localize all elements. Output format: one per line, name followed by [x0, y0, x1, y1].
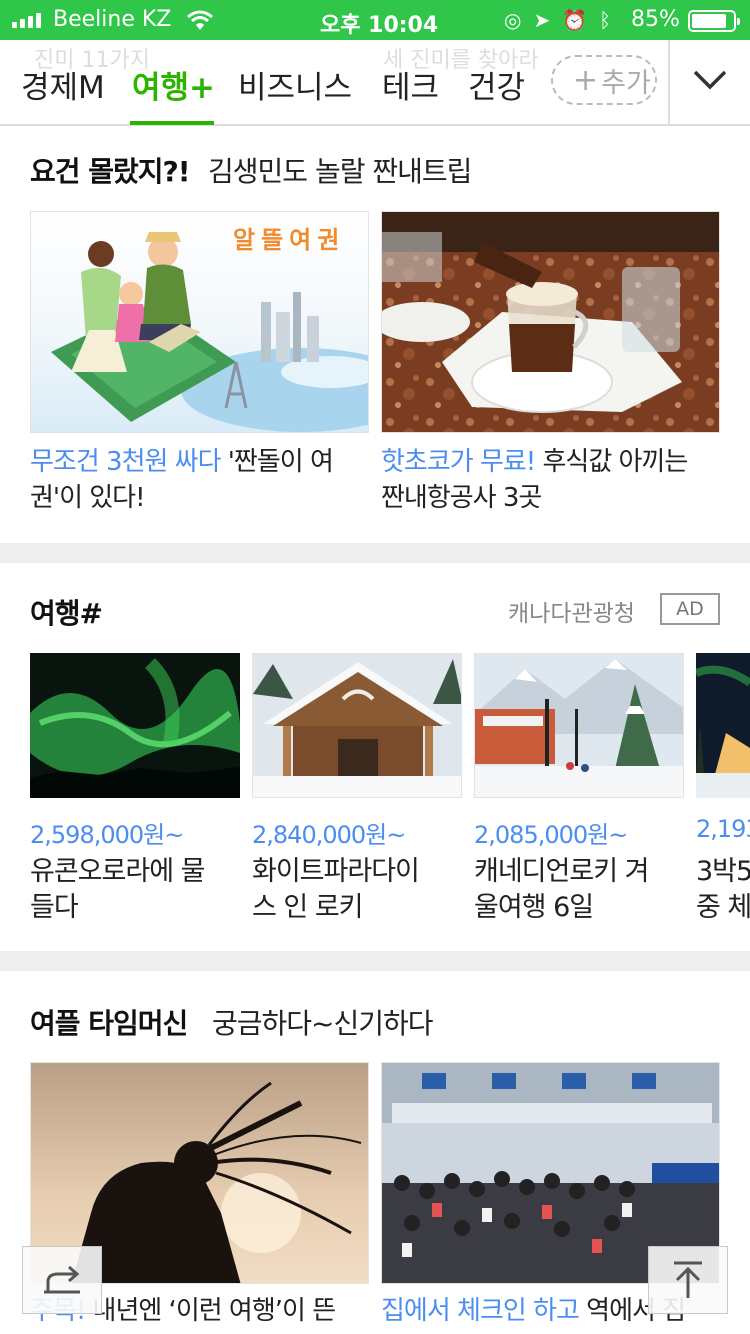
tour-price: 2,598,000원~: [30, 821, 184, 849]
section-separator: [0, 951, 750, 971]
aurora-art: [30, 653, 240, 798]
scroll-top-icon: [674, 1261, 702, 1298]
caption-text-line2: 짠내항공사 3곳: [381, 483, 542, 513]
tab-tech[interactable]: 테크: [382, 62, 439, 107]
battery-icon: [688, 10, 740, 32]
section-subtitle-time-machine: 궁금하다~신기하다: [212, 1007, 434, 1040]
snow-lodge-image[interactable]: [252, 653, 462, 798]
snow-lodge-art: [253, 654, 461, 797]
caption-text: '짠돌이 여: [220, 447, 334, 477]
scroll-top-button[interactable]: [648, 1246, 728, 1314]
passport-illustration-image[interactable]: 알뜰여권: [30, 211, 369, 433]
caption-highlight: 집에서 체크인 하고: [381, 1296, 580, 1326]
tour-name[interactable]: 캐네디언로키 겨 울여행 6일: [474, 854, 684, 926]
bluetooth-icon: ᛒ: [599, 8, 612, 32]
share-button[interactable]: [22, 1246, 102, 1314]
tour-name[interactable]: 유콘오로라에 물 들다: [30, 854, 240, 926]
share-icon: [44, 1265, 80, 1294]
mountain-town-art: [475, 654, 683, 797]
section-title-tips: 요건 몰랐지?!: [30, 155, 191, 188]
wifi-icon: [187, 10, 213, 30]
battery-percent: 85%: [631, 7, 680, 32]
section-title-time-machine: 여플 타임머신: [30, 1007, 188, 1040]
tour-name-line2: 울여행 6일: [474, 892, 594, 923]
caption-text-line2: 권'이 있다!: [30, 483, 146, 513]
aurora-image[interactable]: [30, 653, 240, 798]
tour-name-line2: 들다: [30, 892, 79, 923]
active-tab-indicator: [130, 121, 214, 125]
caption-highlight: 핫초코가 무료!: [381, 447, 536, 477]
alarm-icon: ⏰: [562, 8, 588, 32]
caption-highlight: 무조건 3천원 싸다: [30, 447, 222, 477]
tour-name-line1: 3박5: [696, 856, 750, 887]
caption-text: 후식값 아끼는: [535, 447, 688, 477]
add-tab-label: 추가: [601, 67, 651, 99]
tour-name[interactable]: 3박5 중 체: [696, 854, 750, 926]
tour-price: 2,193: [696, 815, 750, 843]
tipi-night-art: [696, 653, 750, 798]
section-subtitle-tips: 김생민도 놀랄 짠내트립: [208, 155, 472, 188]
tour-name-line1: 화이트파라다이: [252, 856, 420, 887]
chevron-down-icon[interactable]: [692, 62, 728, 98]
category-tab-bar: 진미 11가지 세 진미를 찾아라 경제M 여행+ 비즈니스 테크 건강 + 추…: [0, 40, 750, 126]
mountain-town-image[interactable]: [474, 653, 684, 798]
divider: [668, 40, 670, 124]
rotation-lock-icon: ◎: [504, 8, 522, 32]
clock: 오후 10:04: [320, 13, 439, 38]
tour-price: 2,840,000원~: [252, 821, 406, 849]
carrier-name: Beeline KZ: [53, 7, 172, 32]
tour-name-line1: 유콘오로라에 물: [30, 856, 205, 887]
tour-name[interactable]: 화이트파라다이 스 인 로키: [252, 854, 462, 926]
section-title-travel-ads: 여행#: [30, 597, 103, 630]
signal-icon: [12, 12, 41, 28]
add-tab-button[interactable]: + 추가: [551, 55, 657, 105]
tour-name-line2: 중 체: [696, 892, 750, 923]
section-separator: [0, 543, 750, 563]
tipi-night-image[interactable]: [696, 653, 750, 798]
hot-chocolate-art: [382, 212, 719, 432]
status-bar: Beeline KZ 오후 10:04 ◎ ➤ ⏰ ᛒ 85%: [0, 0, 750, 40]
caption-text: 내년엔 ‘이런 여행’이 뜬: [85, 1296, 337, 1326]
advertiser-name[interactable]: 캐나다관광청: [508, 594, 635, 628]
location-icon: ➤: [533, 8, 551, 32]
plus-icon: +: [573, 62, 599, 98]
tab-business[interactable]: 비즈니스: [238, 62, 352, 107]
tour-name-line2: 스 인 로키: [252, 892, 364, 923]
tab-travel[interactable]: 여행+: [132, 62, 215, 107]
tour-price: 2,085,000원~: [474, 821, 628, 849]
passport-image-label: 알뜰여권: [233, 226, 346, 254]
ad-badge[interactable]: AD: [660, 593, 720, 625]
tab-health[interactable]: 건강: [468, 62, 525, 107]
tab-economy[interactable]: 경제M: [21, 62, 105, 107]
status-icons: ◎ ➤ ⏰ ᛒ: [504, 8, 611, 32]
card-caption-passport[interactable]: 무조건 3천원 싸다 '짠돌이 여 권'이 있다!: [30, 444, 370, 516]
hot-chocolate-image[interactable]: [381, 211, 720, 433]
card-caption-hot-chocolate[interactable]: 핫초코가 무료! 후식값 아끼는 짠내항공사 3곳: [381, 444, 721, 516]
tour-name-line1: 캐네디언로키 겨: [474, 856, 649, 887]
